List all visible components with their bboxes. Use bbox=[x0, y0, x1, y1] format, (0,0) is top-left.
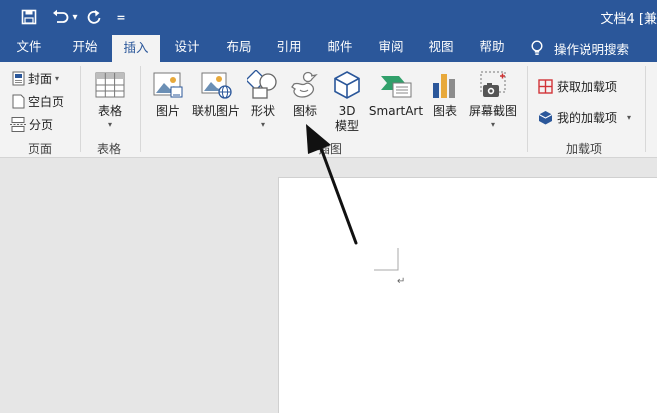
group-divider bbox=[140, 66, 141, 152]
tab-file[interactable]: 文件 bbox=[6, 34, 52, 62]
my-addins-icon bbox=[538, 110, 553, 124]
3d-models-button[interactable]: 3D 模型 bbox=[328, 68, 366, 134]
tab-review[interactable]: 审阅 bbox=[368, 34, 414, 62]
smartart-icon bbox=[378, 68, 414, 102]
document-page[interactable]: ↵ bbox=[278, 177, 657, 413]
tell-me-search[interactable]: 操作说明搜索 bbox=[530, 34, 629, 62]
table-button[interactable]: 表格 ▾ bbox=[90, 68, 130, 129]
word-window: ▾ = 文档4 [兼 文件 开始 插入 设计 布局 引用 邮件 审阅 视图 帮助… bbox=[0, 0, 657, 413]
group-divider bbox=[645, 66, 646, 152]
my-addins-button[interactable]: 我的加载项 ▾ bbox=[538, 107, 631, 127]
group-divider bbox=[80, 66, 81, 152]
pictures-label: 图片 bbox=[155, 104, 180, 118]
pages-group-label: 页面 bbox=[28, 142, 53, 156]
ribbon-insert: 封面 ▾ 空白页 分页 页面 表格 ▾ 表格 图片 联机图片 形状 ▾ 图标 3… bbox=[0, 62, 657, 158]
smartart-button[interactable]: SmartArt bbox=[368, 68, 424, 119]
chevron-down-icon: ▾ bbox=[490, 120, 495, 129]
tab-references[interactable]: 引用 bbox=[266, 34, 312, 62]
tab-mailings[interactable]: 邮件 bbox=[317, 34, 363, 62]
icons-label: 图标 bbox=[292, 104, 317, 118]
picture-icon bbox=[150, 68, 186, 102]
blank-page-label: 空白页 bbox=[28, 94, 65, 109]
store-icon bbox=[538, 78, 553, 94]
customize-qat-icon[interactable]: = bbox=[114, 6, 128, 28]
tables-group-label: 表格 bbox=[97, 142, 122, 156]
chevron-down-icon: ▾ bbox=[627, 112, 632, 122]
chart-label: 图表 bbox=[432, 104, 457, 118]
margin-corner-mark bbox=[374, 248, 399, 271]
blank-page-button[interactable]: 空白页 bbox=[12, 91, 64, 111]
chart-button[interactable]: 图表 bbox=[427, 68, 463, 119]
undo-icon[interactable] bbox=[50, 6, 70, 28]
tab-view[interactable]: 视图 bbox=[418, 34, 464, 62]
screenshot-icon bbox=[475, 68, 511, 102]
cover-page-icon bbox=[12, 71, 25, 85]
3d-models-label-line2: 模型 bbox=[334, 119, 359, 133]
blank-page-icon bbox=[12, 94, 25, 108]
page-break-button[interactable]: 分页 bbox=[10, 114, 53, 134]
redo-icon[interactable] bbox=[84, 6, 104, 28]
cube-icon bbox=[329, 68, 365, 102]
chevron-down-icon: ▾ bbox=[260, 120, 265, 129]
document-canvas: ↵ bbox=[0, 158, 657, 413]
screenshot-button[interactable]: 屏幕截图 ▾ bbox=[465, 68, 521, 129]
table-icon bbox=[92, 68, 128, 102]
chevron-down-icon: ▾ bbox=[107, 120, 112, 129]
tab-insert[interactable]: 插入 bbox=[112, 35, 160, 62]
shapes-icon bbox=[245, 68, 281, 102]
page-break-icon bbox=[10, 116, 26, 132]
chevron-down-icon: ▾ bbox=[55, 73, 60, 83]
illustrations-group-label: 插图 bbox=[318, 142, 343, 156]
lightbulb-icon bbox=[530, 40, 544, 56]
addins-group-label: 加载项 bbox=[566, 142, 603, 156]
smartart-label: SmartArt bbox=[368, 104, 424, 118]
screenshot-label: 屏幕截图 bbox=[468, 104, 517, 118]
icons-icon bbox=[287, 68, 323, 102]
title-bar: ▾ = 文档4 [兼 bbox=[0, 0, 657, 34]
icons-button[interactable]: 图标 bbox=[286, 68, 324, 119]
tab-layout[interactable]: 布局 bbox=[216, 34, 262, 62]
paragraph-mark: ↵ bbox=[397, 276, 406, 287]
chart-icon bbox=[427, 68, 463, 102]
shapes-label: 形状 bbox=[250, 104, 275, 118]
get-addins-label: 获取加载项 bbox=[557, 79, 618, 94]
my-addins-label: 我的加载项 bbox=[557, 110, 618, 125]
table-label: 表格 bbox=[97, 104, 122, 118]
tab-home[interactable]: 开始 bbox=[60, 34, 110, 62]
online-pictures-button[interactable]: 联机图片 bbox=[190, 68, 242, 119]
3d-models-label-line1: 3D bbox=[338, 104, 356, 118]
online-pictures-label: 联机图片 bbox=[191, 104, 240, 118]
ribbon-tabs: 文件 开始 插入 设计 布局 引用 邮件 审阅 视图 帮助 操作说明搜索 bbox=[0, 34, 657, 62]
tab-help[interactable]: 帮助 bbox=[469, 34, 515, 62]
page-break-label: 分页 bbox=[29, 117, 54, 132]
pictures-button[interactable]: 图片 bbox=[150, 68, 186, 119]
save-icon[interactable] bbox=[18, 6, 40, 28]
group-divider bbox=[527, 66, 528, 152]
online-picture-icon bbox=[198, 68, 234, 102]
tab-design[interactable]: 设计 bbox=[164, 34, 210, 62]
cover-page-label: 封面 bbox=[28, 71, 53, 86]
get-addins-button[interactable]: 获取加载项 bbox=[538, 76, 617, 96]
tell-me-label: 操作说明搜索 bbox=[554, 41, 630, 57]
shapes-button[interactable]: 形状 ▾ bbox=[244, 68, 282, 129]
document-title: 文档4 [兼 bbox=[600, 12, 657, 27]
cover-page-button[interactable]: 封面 ▾ bbox=[12, 68, 59, 88]
undo-dropdown-icon[interactable]: ▾ bbox=[70, 6, 80, 28]
